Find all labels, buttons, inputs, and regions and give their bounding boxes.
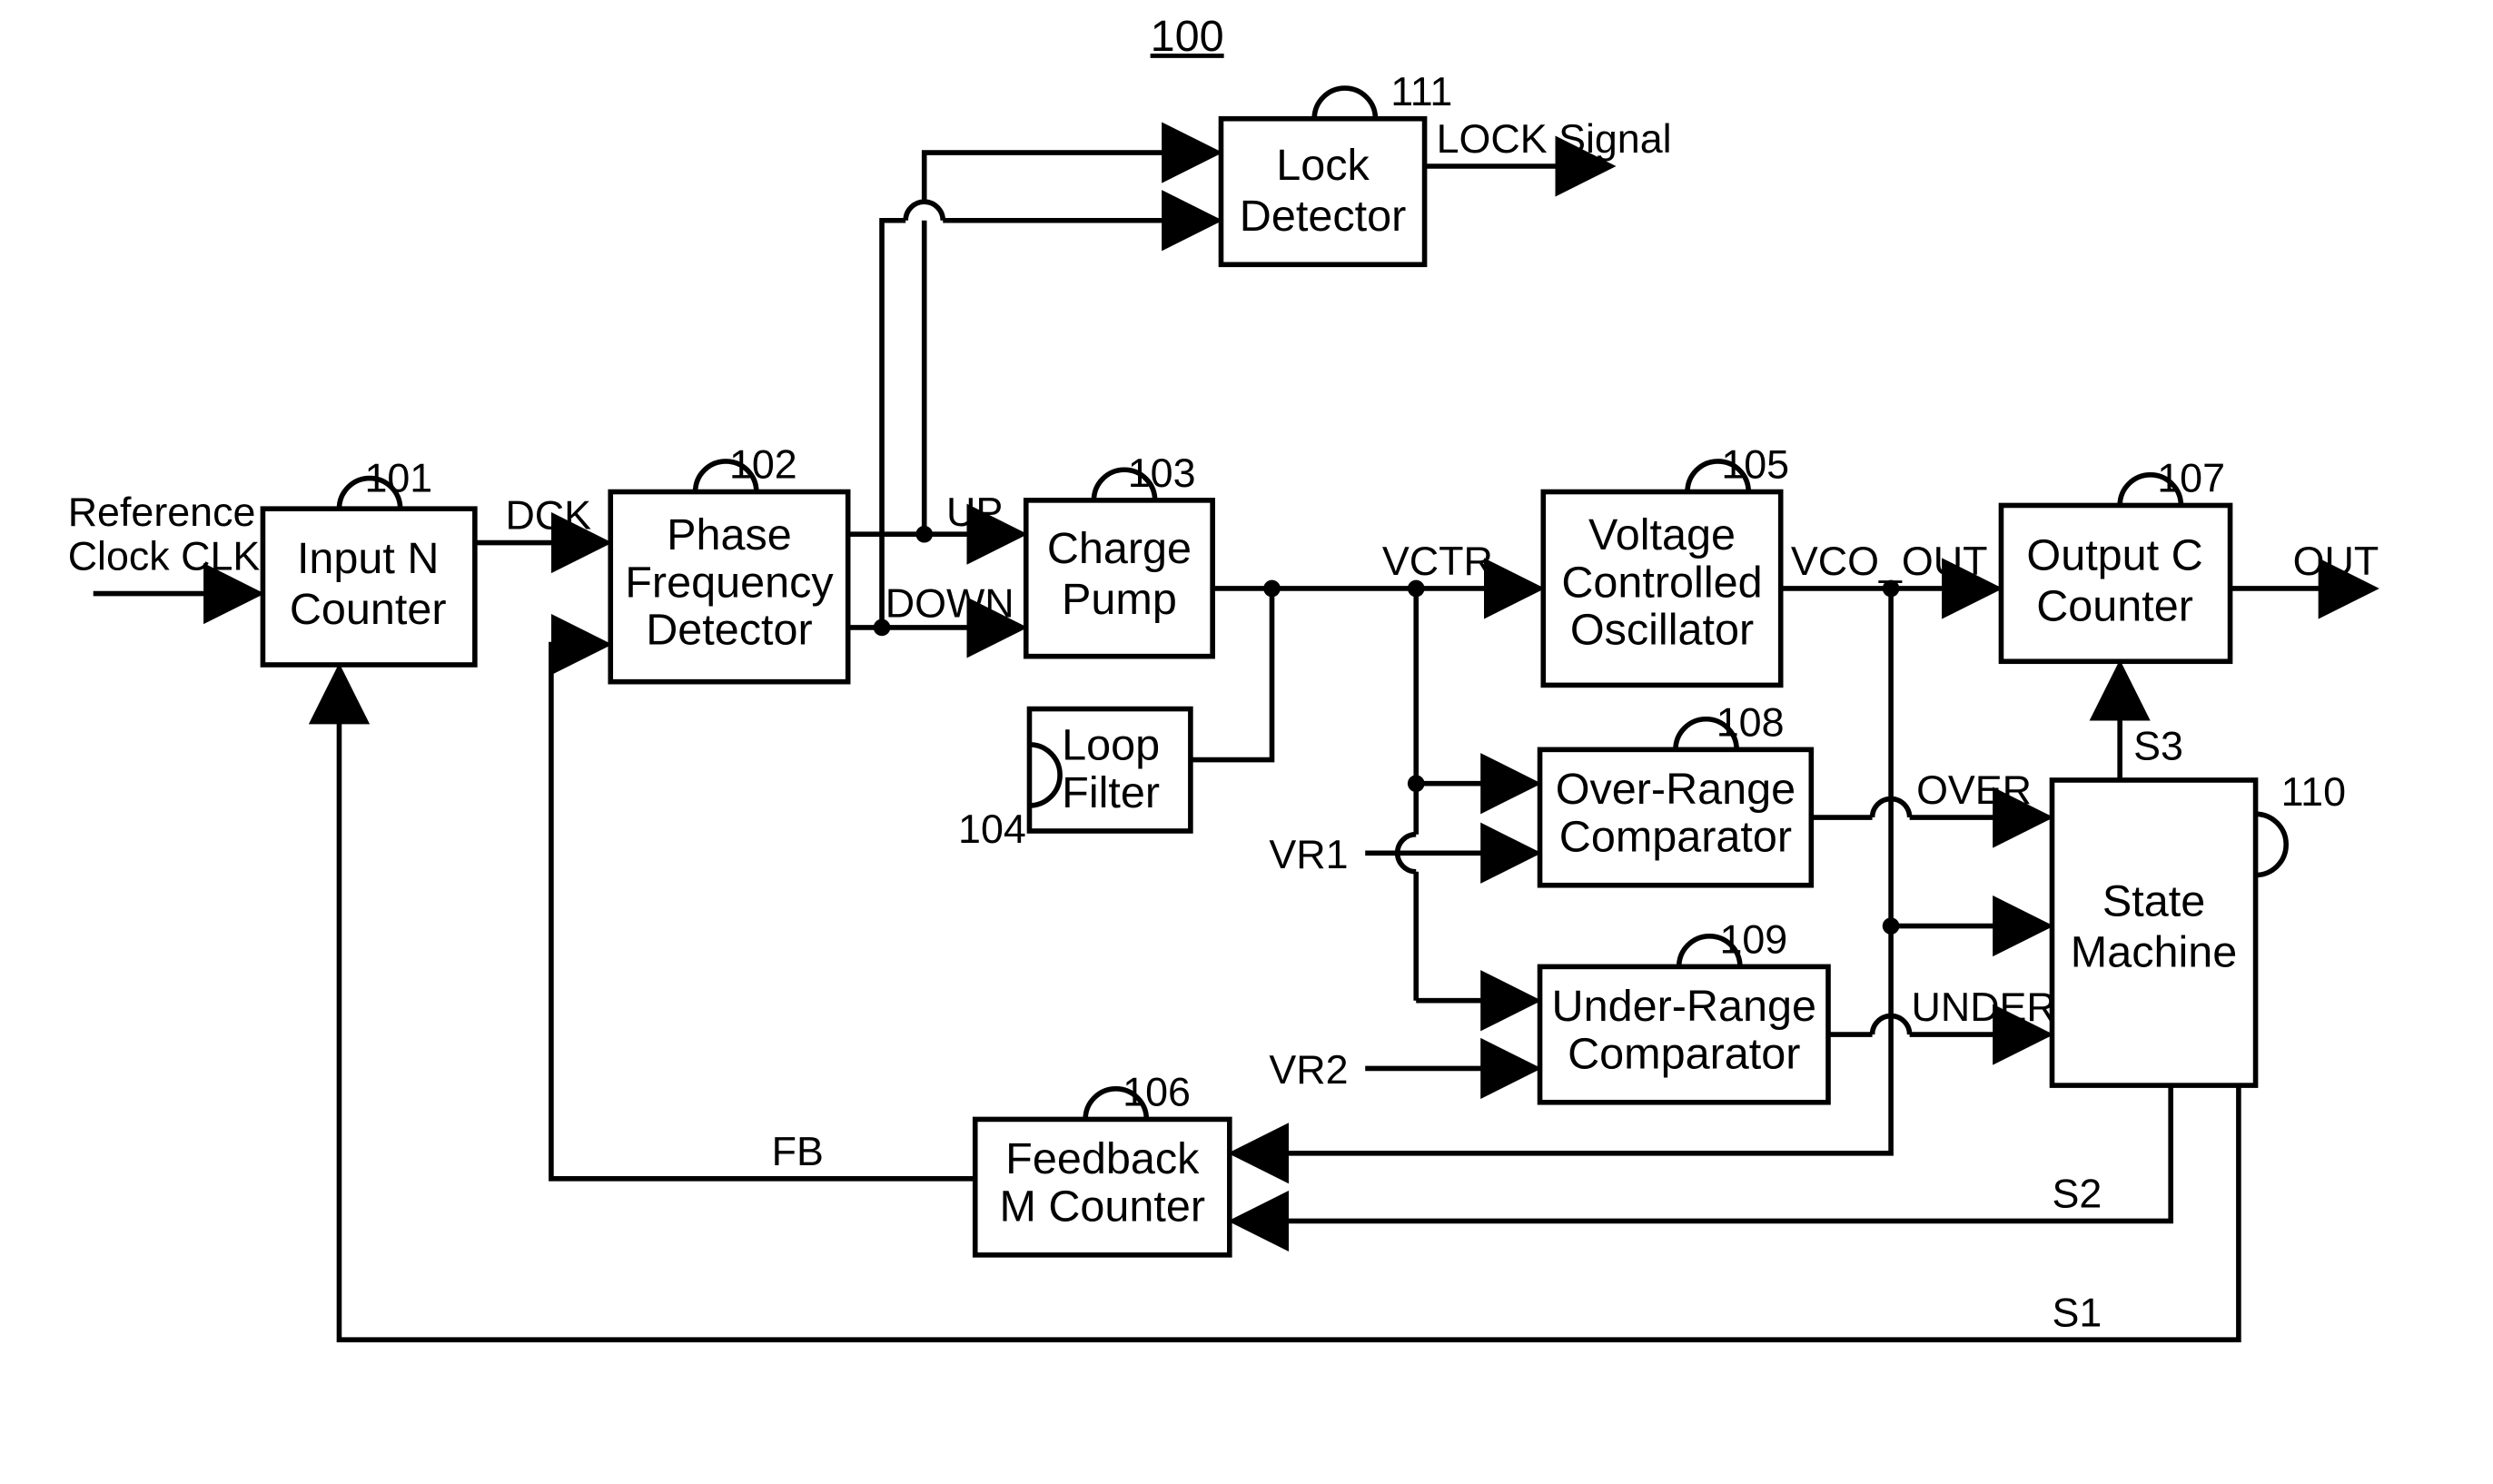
signal-out: OUT <box>2231 539 2379 589</box>
pll-block-diagram: 100 Lock Detector 111 Input N Counter 10… <box>0 0 2493 1484</box>
svg-text:OUT: OUT <box>2293 539 2379 584</box>
svg-text:Output C: Output C <box>2026 530 2202 579</box>
svg-text:VR2: VR2 <box>1269 1047 1348 1093</box>
signal-lock: LOCK Signal <box>1425 116 1672 166</box>
signal-reference-clock: Reference Clock CLK <box>68 490 261 594</box>
signal-vctr: VCTR <box>1191 539 1540 1001</box>
svg-text:VCTR: VCTR <box>1382 539 1493 584</box>
block-input-n-counter: Input N Counter 101 <box>262 456 474 665</box>
svg-text:LOCK Signal: LOCK Signal <box>1437 116 1672 162</box>
block-vco: Voltage Controlled Oscillator 105 <box>1543 442 1789 686</box>
signal-vr2: VR2 <box>1269 1047 1536 1093</box>
block-over-range-comparator: Over-Range Comparator 108 <box>1540 699 1812 885</box>
signal-under: UNDER <box>1828 984 2056 1034</box>
svg-text:UP: UP <box>946 490 1003 535</box>
svg-text:103: 103 <box>1128 450 1196 496</box>
svg-text:VCO_OUT: VCO_OUT <box>1791 539 1988 584</box>
svg-text:DOWN: DOWN <box>885 581 1014 627</box>
svg-text:FB: FB <box>772 1129 824 1174</box>
svg-text:Input N: Input N <box>297 534 440 583</box>
svg-text:Voltage: Voltage <box>1588 510 1736 559</box>
svg-text:Phase: Phase <box>667 510 792 559</box>
svg-text:Controlled: Controlled <box>1561 558 1762 607</box>
signal-dck: DCK <box>475 493 608 543</box>
svg-text:Machine: Machine <box>2071 927 2238 976</box>
signal-s3: S3 <box>2120 665 2183 780</box>
block-state-machine: State Machine 110 <box>2052 769 2346 1085</box>
svg-text:108: 108 <box>1716 699 1785 745</box>
svg-text:Clock CLK: Clock CLK <box>68 533 261 579</box>
svg-text:106: 106 <box>1123 1070 1191 1115</box>
svg-text:Counter: Counter <box>290 585 447 634</box>
svg-text:Loop: Loop <box>1062 721 1160 770</box>
block-under-range-comparator: Under-Range Comparator 109 <box>1540 916 1828 1102</box>
svg-text:102: 102 <box>729 442 797 488</box>
svg-text:Frequency: Frequency <box>625 558 834 607</box>
svg-text:S1: S1 <box>2052 1290 2102 1335</box>
svg-text:Pump: Pump <box>1062 575 1177 624</box>
svg-text:101: 101 <box>364 456 432 501</box>
svg-text:Reference: Reference <box>68 490 256 535</box>
svg-text:VR1: VR1 <box>1269 832 1348 877</box>
svg-text:State: State <box>2102 876 2205 925</box>
svg-text:OVER: OVER <box>1916 767 2032 813</box>
svg-text:Filter: Filter <box>1062 768 1160 817</box>
signal-vco-out: VCO_OUT <box>1781 539 1998 597</box>
svg-text:Over-Range: Over-Range <box>1556 765 1796 814</box>
svg-text:109: 109 <box>1719 916 1787 962</box>
svg-text:S2: S2 <box>2052 1172 2102 1217</box>
svg-text:Under-Range: Under-Range <box>1552 982 1816 1031</box>
svg-text:UNDER: UNDER <box>1911 984 2055 1030</box>
svg-text:Comparator: Comparator <box>1559 812 1792 861</box>
svg-text:110: 110 <box>2281 769 2346 815</box>
svg-text:M Counter: M Counter <box>999 1182 1205 1231</box>
block-feedback-m-counter: Feedback M Counter 106 <box>975 1070 1230 1255</box>
svg-text:Detector: Detector <box>646 606 812 655</box>
svg-text:Counter: Counter <box>2036 581 2193 630</box>
block-phase-frequency-detector: Phase Frequency Detector 102 <box>610 442 847 682</box>
svg-text:111: 111 <box>1390 69 1452 114</box>
svg-text:Charge: Charge <box>1047 524 1192 573</box>
block-output-c-counter: Output C Counter 107 <box>2001 456 2230 662</box>
svg-text:104: 104 <box>958 806 1026 852</box>
figure-ref: 100 <box>1151 12 1224 61</box>
svg-text:Oscillator: Oscillator <box>1570 606 1754 655</box>
svg-text:107: 107 <box>2157 456 2225 501</box>
svg-text:Comparator: Comparator <box>1568 1029 1800 1078</box>
svg-text:105: 105 <box>1721 442 1789 488</box>
signal-fb: FB <box>551 645 975 1179</box>
block-charge-pump: Charge Pump 103 <box>1026 450 1212 657</box>
svg-text:S3: S3 <box>2133 724 2183 769</box>
block-lock-detector: Lock Detector 111 <box>1221 69 1452 265</box>
signal-over: OVER <box>1811 767 2048 817</box>
svg-text:DCK: DCK <box>505 493 591 539</box>
svg-text:Detector: Detector <box>1240 192 1406 241</box>
svg-text:Feedback: Feedback <box>1005 1134 1200 1183</box>
svg-text:Lock: Lock <box>1276 141 1370 190</box>
block-loop-filter: Loop Filter 104 <box>958 709 1191 853</box>
